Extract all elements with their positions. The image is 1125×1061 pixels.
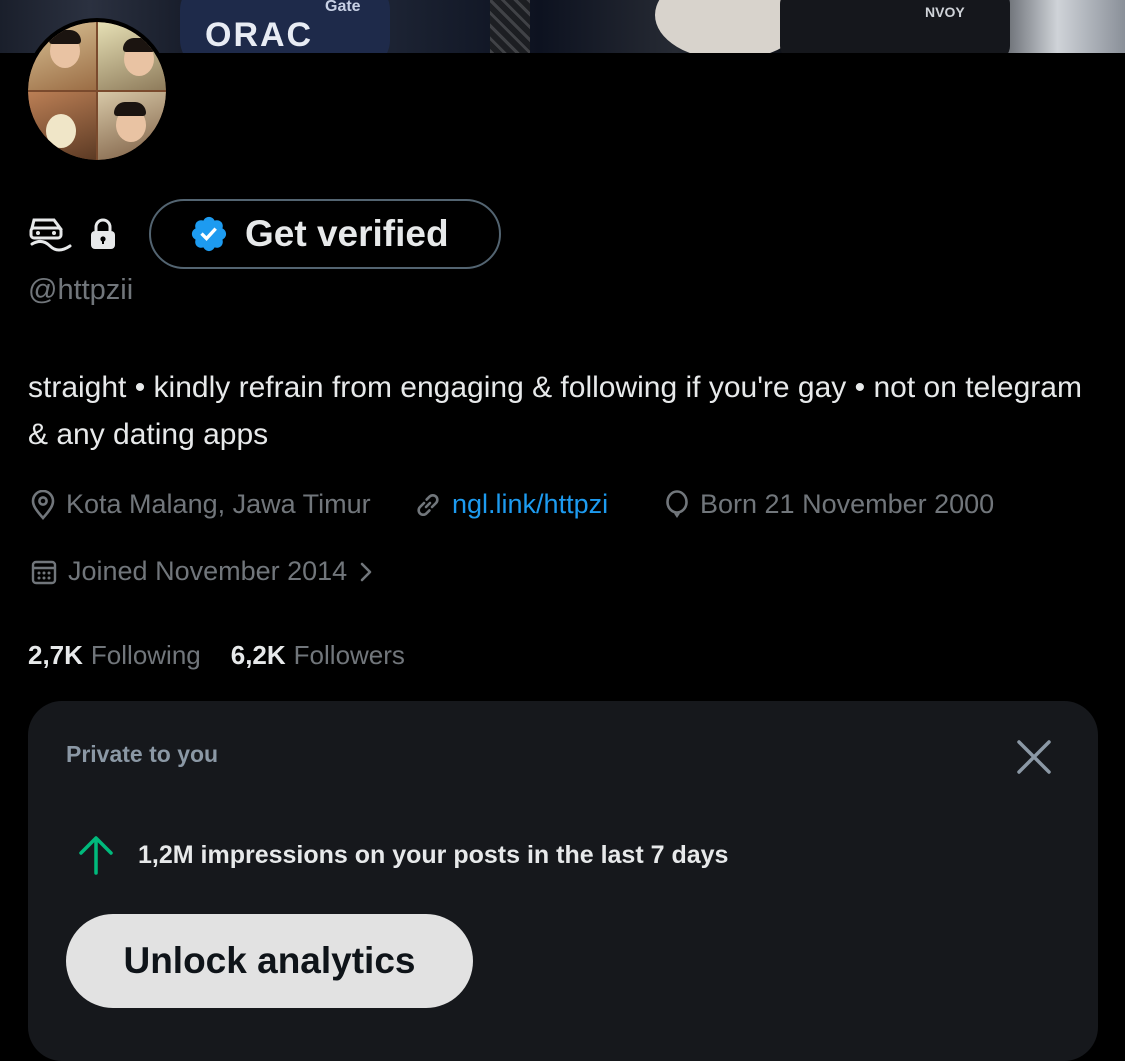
followers-count: 6,2K (230, 640, 286, 670)
lock-icon (88, 217, 118, 251)
chevron-right-icon (357, 558, 375, 586)
name-row (28, 200, 118, 268)
profile-bio: straight • kindly refrain from engaging … (28, 371, 1082, 451)
unlock-analytics-button[interactable]: Unlock analytics (66, 914, 473, 1008)
impressions-text: 1,2M impressions on your posts in the la… (138, 840, 729, 869)
banner-sponsor-text: Gate (325, 0, 361, 15)
avatar-tile (28, 22, 96, 90)
following-count: 2,7K (28, 640, 83, 670)
banner-sponsor-text: NVOY (925, 4, 965, 20)
close-icon[interactable] (1014, 737, 1054, 777)
profile-link[interactable]: ngl.link/httpzi (414, 489, 608, 520)
location-pin-icon (30, 489, 56, 520)
analytics-card: Private to you 1,2M impressions on your … (28, 701, 1098, 1061)
following-label: Following (90, 640, 201, 670)
impressions-row: 1,2M impressions on your posts in the la… (76, 833, 728, 877)
arrow-up-icon (76, 833, 116, 877)
banner-shape (780, 0, 1010, 53)
joined-text: Joined November 2014 (68, 556, 348, 586)
profile-banner[interactable]: ORAC Gate NVOY (0, 0, 1125, 53)
avatar-image (28, 22, 166, 160)
birthday-text: Born 21 November 2000 (700, 489, 995, 519)
verified-badge-icon (189, 214, 229, 254)
profile-stats: 2,7K Following 6,2K Followers (28, 640, 405, 671)
banner-sponsor-text: ORAC (205, 16, 314, 53)
avatar-tile (28, 92, 96, 160)
card-title: Private to you (66, 741, 219, 767)
banner-shape (490, 0, 530, 53)
followers-stat[interactable]: 6,2K Followers (231, 640, 405, 671)
calendar-icon (30, 558, 58, 586)
balloon-icon (664, 489, 690, 520)
profile-location: Kota Malang, Jawa Timur (30, 489, 371, 520)
shield-car-icon (28, 214, 74, 254)
followers-label: Followers (293, 640, 405, 670)
avatar[interactable] (24, 18, 170, 164)
profile-birthday: Born 21 November 2000 (664, 489, 994, 520)
avatar-tile (98, 92, 166, 160)
profile-handle: @httpzii (28, 274, 134, 306)
profile-joined[interactable]: Joined November 2014 (30, 556, 375, 587)
avatar-tile (98, 22, 166, 90)
get-verified-button[interactable]: Get verified (149, 199, 501, 269)
get-verified-label: Get verified (245, 213, 449, 254)
following-stat[interactable]: 2,7K Following (28, 640, 201, 671)
link-text[interactable]: ngl.link/httpzi (452, 489, 608, 520)
location-text: Kota Malang, Jawa Timur (66, 489, 371, 519)
link-icon (414, 491, 442, 519)
